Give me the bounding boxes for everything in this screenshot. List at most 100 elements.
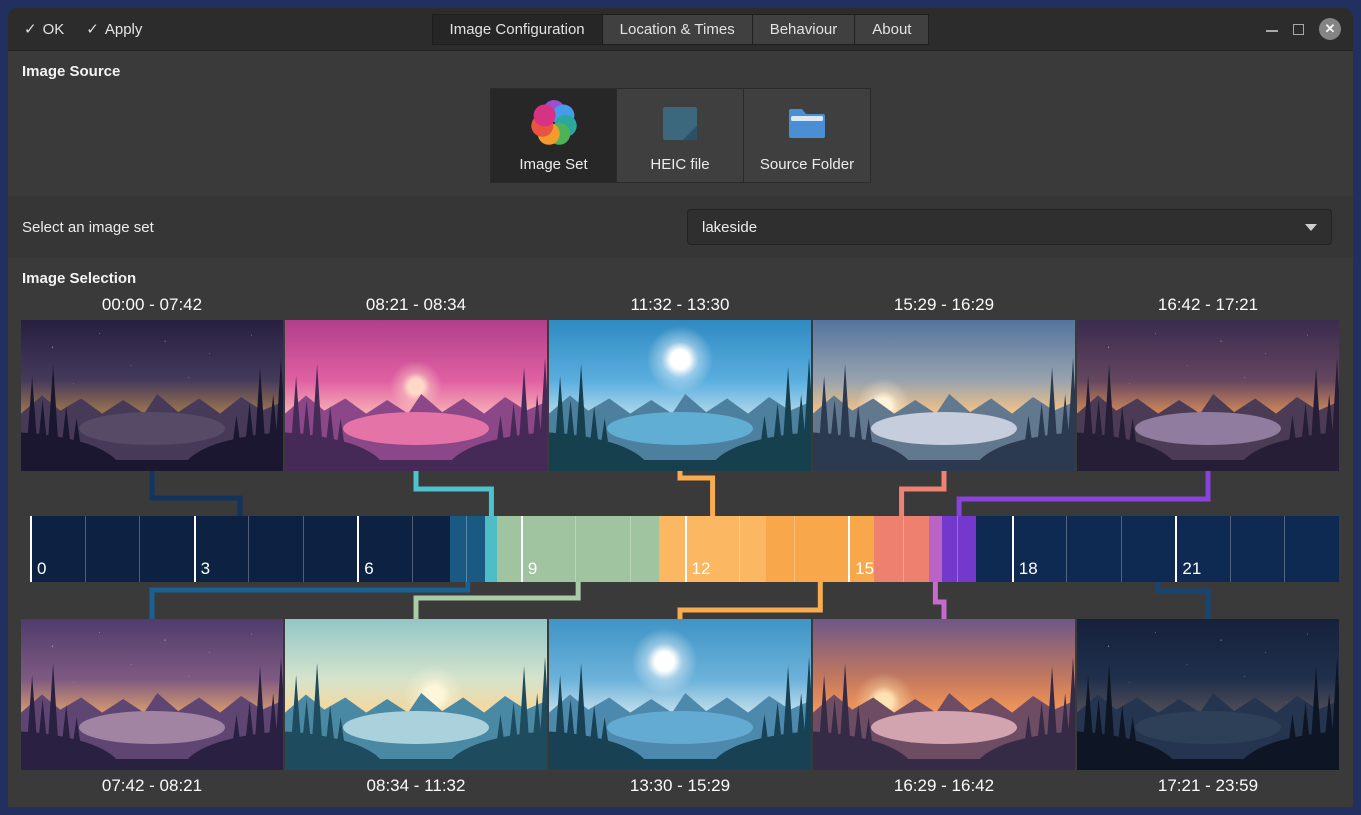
maximize-button[interactable] [1293,24,1304,35]
time-range-label: 16:42 - 17:21 [1077,292,1339,318]
titlebar: ✓ OK ✓ Apply Image Configuration Locatio… [8,8,1353,51]
wallpaper-thumbnail[interactable] [549,320,811,471]
hour-tick-minor [794,516,795,582]
tab-location-times[interactable]: Location & Times [603,14,753,45]
top-time-labels: 00:00 - 07:4208:21 - 08:3411:32 - 13:301… [21,292,1339,318]
hour-label: 9 [528,559,537,579]
ok-button-label: OK [43,21,65,38]
timeline-segment [929,516,942,582]
sun-glow [631,628,698,695]
wallpaper-thumbnail[interactable] [21,320,283,471]
image-set-button[interactable]: Image Set [490,88,617,183]
ground-silhouette [549,460,811,471]
chevron-down-icon [1305,224,1317,231]
timeline-segment [30,516,450,582]
maximize-icon [1293,24,1304,35]
time-range-label: 11:32 - 13:30 [549,292,811,318]
hour-label: 21 [1182,559,1201,579]
wallpaper-thumbnail[interactable] [285,320,547,471]
hour-label: 12 [692,559,711,579]
stars [1077,320,1339,471]
stars [21,619,283,770]
time-range-label: 08:34 - 11:32 [285,773,547,799]
heic-file-button[interactable]: HEIC file [617,88,744,183]
hour-tick-minor [248,516,249,582]
image-set-select-row: Select an image set lakeside [8,196,1353,258]
hour-tick-minor [85,516,86,582]
time-range-label: 08:21 - 08:34 [285,292,547,318]
wallpaper-thumbnail[interactable] [813,320,1075,471]
wallpaper-thumbnail[interactable] [549,619,811,770]
hour-tick-minor [466,516,467,582]
timeline-bar: 036912151821 [30,516,1339,582]
timeline-connector [959,471,1208,516]
timeline-segment [659,516,766,582]
hour-tick-major [1012,516,1014,582]
ground-silhouette [549,759,811,770]
close-button[interactable]: ✕ [1319,18,1341,40]
folder-icon [783,99,831,147]
hour-tick-minor [739,516,740,582]
apply-button[interactable]: ✓ Apply [86,20,142,38]
hour-tick-minor [575,516,576,582]
timeline-connector [680,582,820,619]
time-range-label: 00:00 - 07:42 [21,292,283,318]
timeline-connector [416,471,491,516]
hour-tick-major [357,516,359,582]
minimize-icon [1266,20,1278,32]
hour-tick-major [521,516,523,582]
ground-silhouette [285,759,547,770]
image-selection-header: Image Selection [22,270,1353,286]
hour-label: 0 [37,559,46,579]
sun-glow [646,326,713,393]
top-connectors [8,471,1353,516]
source-folder-button[interactable]: Source Folder [744,88,871,183]
time-range-label: 16:29 - 16:42 [813,773,1075,799]
hour-tick-minor [1284,516,1285,582]
time-range-label: 07:42 - 08:21 [21,773,283,799]
app-window: ✓ OK ✓ Apply Image Configuration Locatio… [8,8,1353,807]
wallpaper-thumbnail[interactable] [285,619,547,770]
heic-file-icon [656,99,704,147]
minimize-button[interactable] [1266,26,1278,32]
hour-tick-major [30,516,32,582]
wallpaper-thumbnail[interactable] [1077,619,1339,770]
timeline-segment [942,516,976,582]
window-controls: ✕ [1266,18,1341,40]
hour-tick-major [685,516,687,582]
apply-button-label: Apply [105,21,143,38]
timeline-connector [152,471,240,516]
timeline-connector [1158,582,1208,619]
wallpaper-thumbnail[interactable] [21,619,283,770]
hour-label: 3 [201,559,210,579]
hour-tick-minor [903,516,904,582]
hour-tick-minor [630,516,631,582]
wallpaper-thumbnail[interactable] [1077,320,1339,471]
time-range-label: 15:29 - 16:29 [813,292,1075,318]
hour-tick-major [848,516,850,582]
wallpaper-thumbnail[interactable] [813,619,1075,770]
bottom-connectors [8,582,1353,619]
checkmark-icon: ✓ [86,20,99,38]
tab-image-configuration[interactable]: Image Configuration [432,14,603,45]
hour-tick-minor [1230,516,1231,582]
bottom-time-labels: 07:42 - 08:2108:34 - 11:3213:30 - 15:291… [21,773,1339,799]
timeline-segment [874,516,929,582]
hour-tick-minor [1121,516,1122,582]
image-source-options: Image Set HEIC file Source Folder [8,88,1353,183]
tab-bar: Image Configuration Location & Times Beh… [432,14,930,45]
image-set-pinwheel-icon [530,99,578,147]
hour-label: 6 [364,559,373,579]
hour-tick-minor [1066,516,1067,582]
top-image-row [21,320,1339,471]
tab-about[interactable]: About [855,14,929,45]
image-set-dropdown[interactable]: lakeside [687,209,1332,245]
ground-silhouette [285,460,547,471]
ok-button[interactable]: ✓ OK [24,20,64,38]
tab-behaviour[interactable]: Behaviour [753,14,856,45]
timeline-segment [485,516,497,582]
image-source-header: Image Source [22,63,1353,79]
hour-label: 18 [1019,559,1038,579]
stars [21,320,283,471]
hour-tick-minor [139,516,140,582]
